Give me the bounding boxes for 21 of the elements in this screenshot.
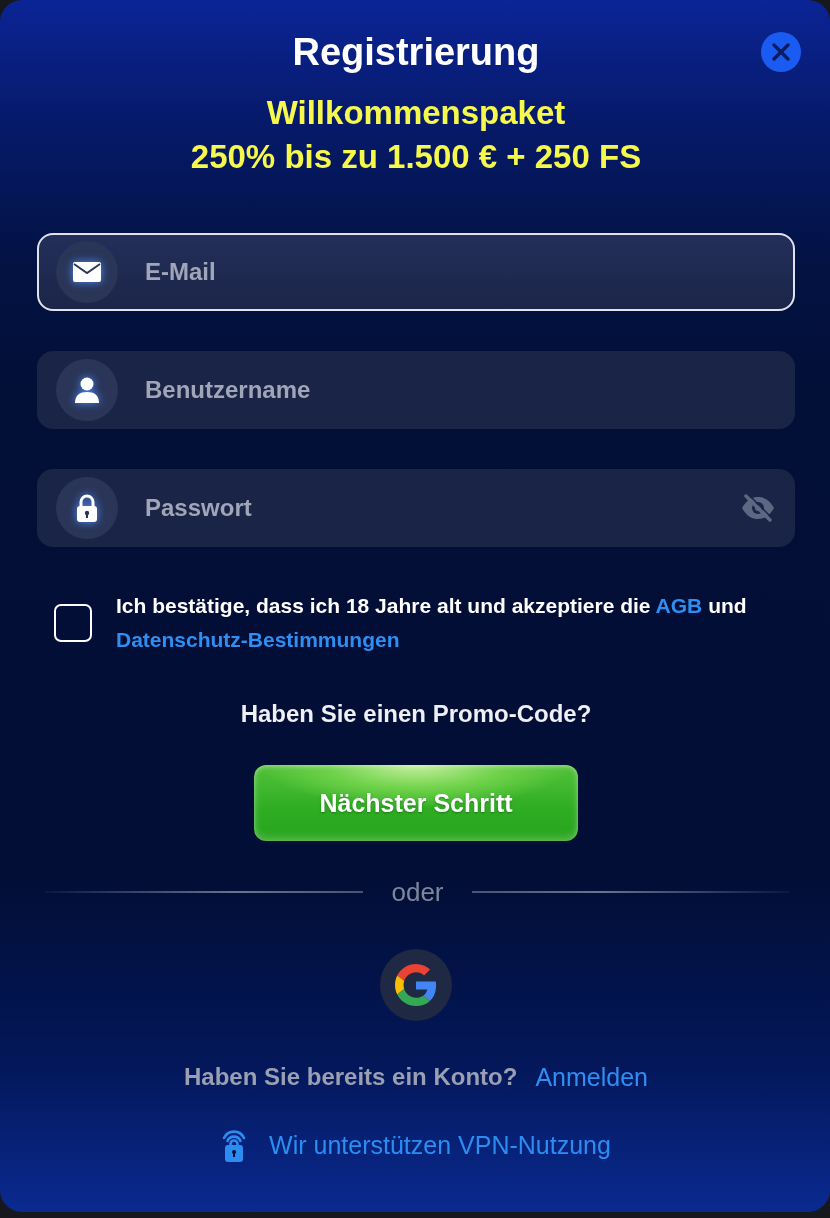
- login-prompt-text: Haben Sie bereits ein Konto?: [184, 1063, 518, 1091]
- email-field[interactable]: E-Mail: [37, 233, 795, 311]
- dialog-title: Registrierung: [292, 30, 540, 74]
- eye-slash-icon[interactable]: [741, 494, 775, 522]
- login-link[interactable]: Anmelden: [535, 1063, 648, 1091]
- close-button[interactable]: [761, 32, 801, 72]
- vpn-notice-text: Wir unterstützen VPN-Nutzung: [269, 1131, 611, 1159]
- password-field[interactable]: Passwort: [37, 469, 795, 547]
- divider-text: oder: [391, 878, 444, 906]
- bonus-offer-text: Willkommenspaket: [266, 93, 566, 133]
- username-field[interactable]: Benutzername: [37, 351, 795, 429]
- wifi-lock-icon: [221, 1127, 248, 1163]
- terms-link[interactable]: AGB: [655, 594, 703, 617]
- g-logo-icon: [395, 964, 437, 1006]
- checkbox[interactable]: [54, 604, 92, 642]
- terms-text: Ich bestätige, dass ich 18 Jahre alt und akzeptiere die AGB und Datenschutz-Bestimmungen: [116, 593, 748, 653]
- promo-code-link[interactable]: Haben Sie einen Promo-Code?: [240, 700, 592, 728]
- bonus-offer-text: 250% bis zu 1.500 € + 250 FS: [190, 137, 642, 177]
- next-step-button[interactable]: Nächster Schritt: [254, 765, 578, 841]
- terms-link[interactable]: Datenschutz-Bestimmungen: [116, 628, 400, 651]
- close-icon: [772, 43, 790, 61]
